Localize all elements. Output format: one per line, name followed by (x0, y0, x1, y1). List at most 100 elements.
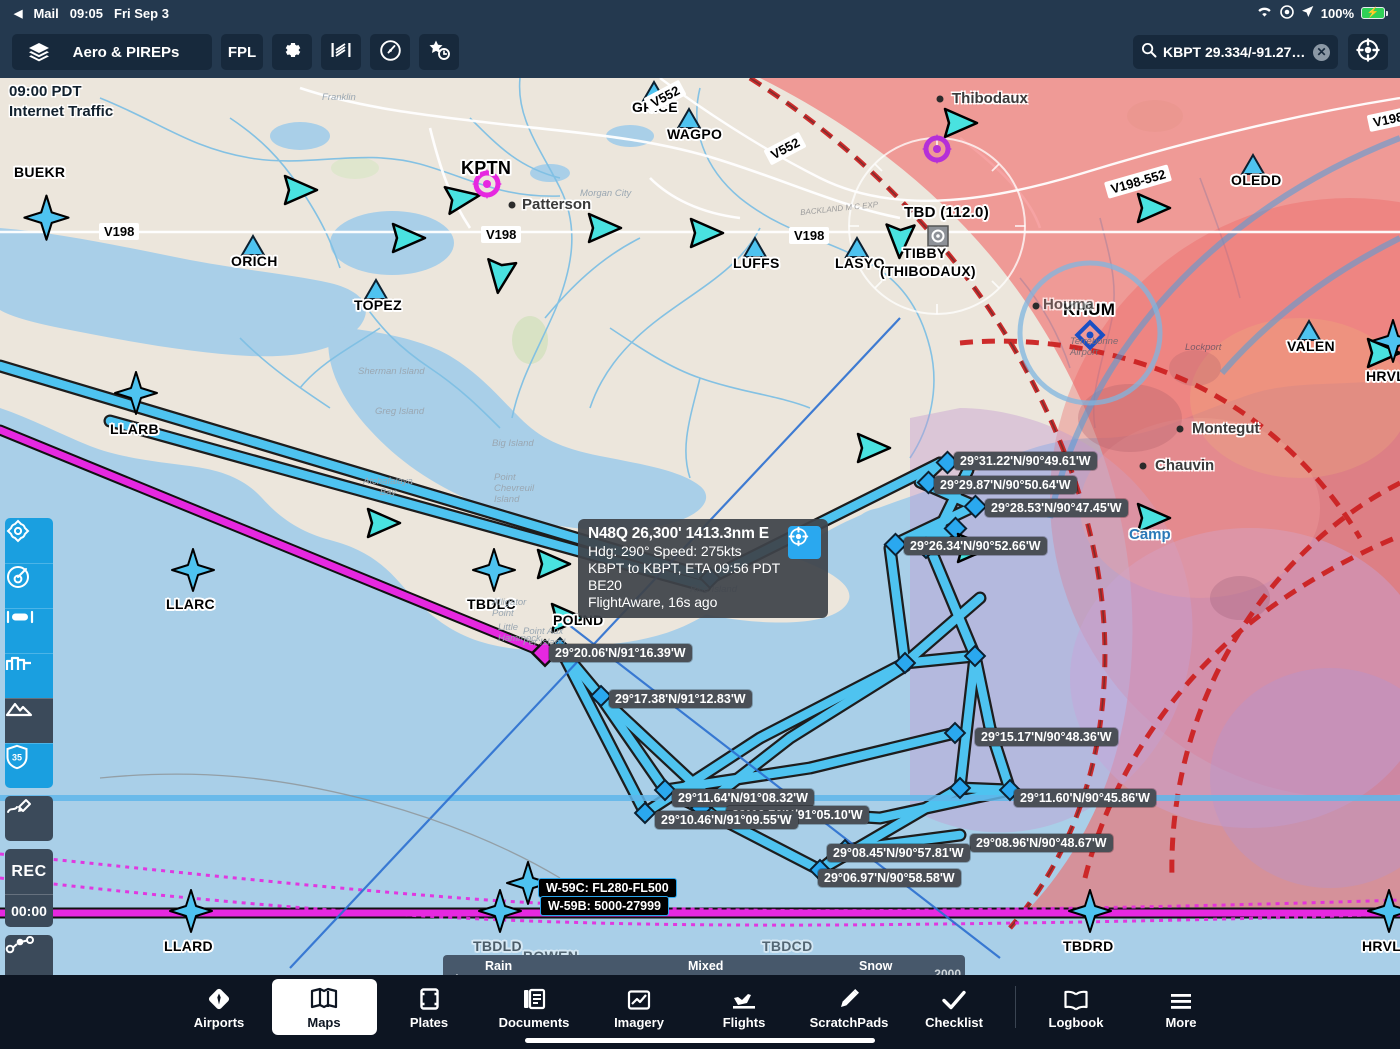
plate-page-icon (419, 985, 440, 1011)
tab-label: Flights (722, 1014, 766, 1030)
tab-imagery[interactable]: Imagery (587, 979, 692, 1035)
favorites-button[interactable] (419, 34, 459, 70)
speed-limit-button[interactable]: 35 (5, 743, 53, 788)
tab-label: Plates (409, 1014, 449, 1030)
record-label: REC (11, 862, 47, 880)
terrain-button[interactable] (5, 698, 53, 743)
geo-label-point-chevreuil: Point Chevreuil Island (494, 472, 535, 505)
fix-label-tbdrd: TBDRD (1063, 938, 1114, 954)
coord-label[interactable]: 29°29.87'N/90°50.64'W (934, 476, 1077, 494)
tab-label: Logbook (1048, 1014, 1104, 1030)
airspace-label-w59b[interactable]: W-59B: 5000-27999 (540, 896, 670, 916)
profile-button[interactable] (5, 653, 53, 698)
status-date: Fri Sep 3 (114, 5, 169, 21)
tab-label: More (1165, 1014, 1197, 1030)
draw-button[interactable] (5, 796, 53, 841)
map-layers-button[interactable]: Aero & PIREPs (12, 34, 212, 70)
tab-logbook[interactable]: Logbook (1024, 979, 1129, 1035)
ios-status-bar: ◀ Mail 09:05 Fri Sep 3 100% ⚡ (0, 0, 1400, 26)
wifi-icon (1256, 5, 1273, 21)
coord-label[interactable]: 29°31.22'N/90°49.61'W (954, 452, 1097, 470)
scale-button[interactable] (321, 34, 361, 70)
coord-label[interactable]: 29°10.46'N/91°09.55'W (655, 811, 798, 829)
navaid-label-tibby: TIBBY (903, 245, 947, 261)
tab-checklist[interactable]: Checklist (902, 979, 1007, 1035)
geo-label-atchafalaya-bay: Atchafalaya Bay (363, 476, 413, 498)
airspace-label-w59c[interactable]: W-59C: FL280-FL500 (538, 878, 677, 898)
tab-documents[interactable]: Documents (482, 979, 587, 1035)
tab-label: Checklist (925, 1014, 983, 1030)
record-timer: 00:00 (5, 894, 53, 927)
aircraft-info-callout[interactable]: N48Q 26,300' 1413.3nm E Hdg: 290° Speed:… (578, 519, 828, 618)
callout-route-eta: KBPT to KBPT, ETA 09:56 PDT (588, 560, 781, 576)
fix-label-lasyo: LASYO (835, 255, 885, 271)
track-up-button[interactable] (5, 563, 53, 608)
geo-label-big-island: Big Island (492, 438, 534, 449)
tab-label: Airports (193, 1014, 245, 1030)
coord-label[interactable]: 29°15.17'N/90°48.36'W (975, 728, 1118, 746)
imagery-chart-icon (627, 985, 651, 1011)
fix-label-orich: ORICH (231, 253, 278, 269)
geo-label-franklin: Franklin (322, 92, 356, 103)
location-arrow-icon (1301, 5, 1314, 21)
tab-plates[interactable]: Plates (377, 979, 482, 1035)
clear-search-icon[interactable]: ✕ (1313, 43, 1330, 61)
fix-label-hrvl-upper: HRVL (1366, 368, 1400, 384)
geo-label-lockport: Lockport (1185, 342, 1222, 353)
fix-label-wagpo: WAGPO (667, 126, 723, 142)
fix-label-buekr: BUEKR (14, 164, 66, 180)
weather-radar-panel: Rain Mixed Snow dBZ 5152535455565758595 … (443, 955, 965, 975)
status-time: 09:05 (69, 5, 104, 21)
tab-more[interactable]: More (1129, 979, 1234, 1035)
tab-airports[interactable]: Airports (167, 979, 272, 1035)
category-rain: Rain (485, 959, 513, 973)
coord-label[interactable]: 29°11.60'N/90°45.86'W (1014, 789, 1156, 807)
geo-label-greg-island: Greg Island (375, 406, 425, 417)
instruments-button[interactable] (370, 34, 410, 70)
hamburger-icon (1169, 985, 1193, 1011)
radar-dbz-legend: Rain Mixed Snow dBZ 5152535455565758595 … (443, 955, 965, 975)
recenter-button[interactable] (1348, 34, 1388, 70)
callout-heading-speed: Hdg: 290° Speed: 275kts (588, 543, 742, 559)
tab-label: Documents (498, 1014, 570, 1030)
gauge-icon (379, 39, 402, 66)
back-arrow-icon[interactable]: ◀ (14, 7, 22, 20)
map-time-overlay: 09:00 PDT (9, 83, 82, 100)
moving-map[interactable]: 09:00 PDT Internet Traffic BUEKR GRICE W… (0, 78, 1400, 975)
city-label-camp: Camp (1129, 526, 1171, 543)
coord-label[interactable]: 29°17.38'N/91°12.83'W (609, 690, 752, 708)
geo-label-morgan-city: Morgan City (580, 188, 632, 199)
recenter-crosshair-icon (1356, 37, 1380, 67)
coord-label[interactable]: 29°26.34'N/90°52.66'W (904, 537, 1047, 555)
fix-label-llarb: LLARB (110, 421, 159, 437)
coord-label[interactable]: 29°08.96'N/90°48.67'W (970, 834, 1113, 852)
tab-scratchpads[interactable]: ScratchPads (797, 979, 902, 1035)
route-button[interactable] (5, 935, 53, 975)
location-services-icon (1279, 4, 1294, 22)
search-input[interactable]: KBPT 29.334/-91.273 2… ✕ (1133, 35, 1338, 69)
search-icon (1141, 42, 1157, 63)
back-app-label[interactable]: Mail (33, 6, 58, 21)
ruler-button[interactable] (5, 608, 53, 653)
tab-label: ScratchPads (809, 1014, 889, 1030)
tab-flights[interactable]: Flights (692, 979, 797, 1035)
flight-plan-button[interactable]: FPL (221, 34, 263, 70)
tab-label: Maps (307, 1014, 341, 1030)
coord-label[interactable]: 29°28.53'N/90°47.45'W (985, 499, 1128, 517)
record-button[interactable]: REC (5, 849, 53, 894)
coord-label[interactable]: 29°20.06'N/91°16.39'W (549, 644, 692, 662)
coord-label[interactable]: 29°11.64'N/91°08.32'W (672, 789, 814, 807)
tab-maps[interactable]: Maps (271, 979, 377, 1035)
scale-icon (329, 39, 353, 65)
settings-button[interactable] (272, 34, 312, 70)
ownship-center-button[interactable] (5, 518, 53, 563)
callout-recenter-button[interactable] (788, 526, 821, 559)
city-label-chauvin: Chauvin (1155, 457, 1215, 474)
fix-label-hrvl-lower: HRVL (1362, 938, 1400, 954)
coord-label[interactable]: 29°06.97'N/90°58.58'W (818, 869, 961, 887)
fix-label-oledd: OLEDD (1231, 172, 1282, 188)
callout-data-source: FlightAware, 16s ago (588, 594, 718, 610)
city-label-thibodaux: Thibodaux (952, 90, 1028, 107)
coord-label[interactable]: 29°08.45'N/90°57.81'W (827, 844, 970, 862)
documents-icon (522, 985, 546, 1011)
